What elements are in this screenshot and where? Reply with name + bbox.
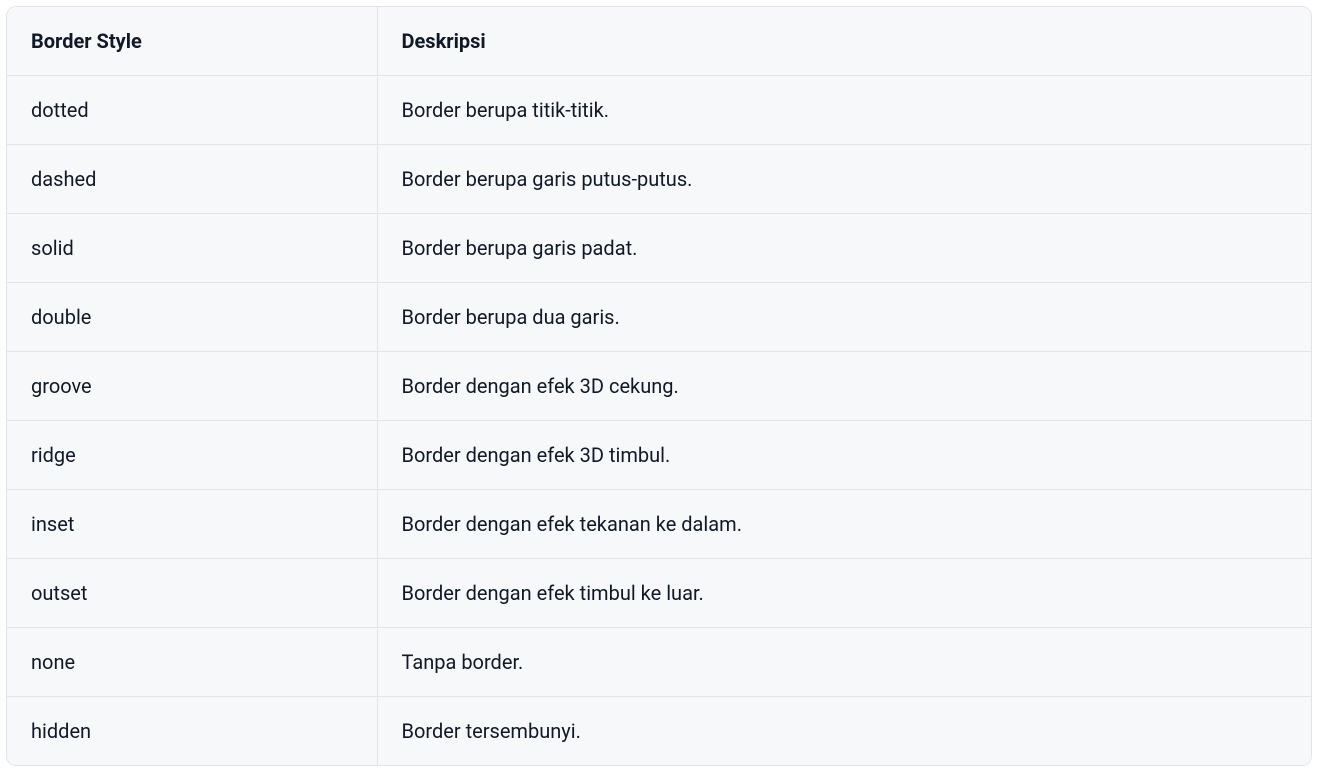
cell-style: outset — [7, 559, 377, 628]
cell-style: ridge — [7, 421, 377, 490]
cell-description: Border dengan efek tekanan ke dalam. — [377, 490, 1311, 559]
cell-style: none — [7, 628, 377, 697]
cell-style: dashed — [7, 145, 377, 214]
cell-style: groove — [7, 352, 377, 421]
table-row: ridge Border dengan efek 3D timbul. — [7, 421, 1311, 490]
cell-description: Border dengan efek 3D timbul. — [377, 421, 1311, 490]
cell-description: Border berupa garis padat. — [377, 214, 1311, 283]
cell-style: inset — [7, 490, 377, 559]
cell-style: dotted — [7, 76, 377, 145]
cell-description: Border tersembunyi. — [377, 697, 1311, 766]
cell-description: Border berupa titik-titik. — [377, 76, 1311, 145]
cell-description: Border dengan efek timbul ke luar. — [377, 559, 1311, 628]
border-style-table: Border Style Deskripsi dotted Border ber… — [7, 7, 1311, 765]
table-row: outset Border dengan efek timbul ke luar… — [7, 559, 1311, 628]
cell-description: Border berupa dua garis. — [377, 283, 1311, 352]
cell-style: hidden — [7, 697, 377, 766]
table-row: dotted Border berupa titik-titik. — [7, 76, 1311, 145]
table-row: solid Border berupa garis padat. — [7, 214, 1311, 283]
table-header-row: Border Style Deskripsi — [7, 7, 1311, 76]
cell-style: solid — [7, 214, 377, 283]
table-row: hidden Border tersembunyi. — [7, 697, 1311, 766]
table-row: double Border berupa dua garis. — [7, 283, 1311, 352]
cell-description: Border berupa garis putus-putus. — [377, 145, 1311, 214]
border-style-table-wrapper: Border Style Deskripsi dotted Border ber… — [6, 6, 1312, 766]
table-row: groove Border dengan efek 3D cekung. — [7, 352, 1311, 421]
header-description: Deskripsi — [377, 7, 1311, 76]
table-row: inset Border dengan efek tekanan ke dala… — [7, 490, 1311, 559]
table-row: none Tanpa border. — [7, 628, 1311, 697]
cell-style: double — [7, 283, 377, 352]
header-border-style: Border Style — [7, 7, 377, 76]
cell-description: Tanpa border. — [377, 628, 1311, 697]
table-row: dashed Border berupa garis putus-putus. — [7, 145, 1311, 214]
cell-description: Border dengan efek 3D cekung. — [377, 352, 1311, 421]
